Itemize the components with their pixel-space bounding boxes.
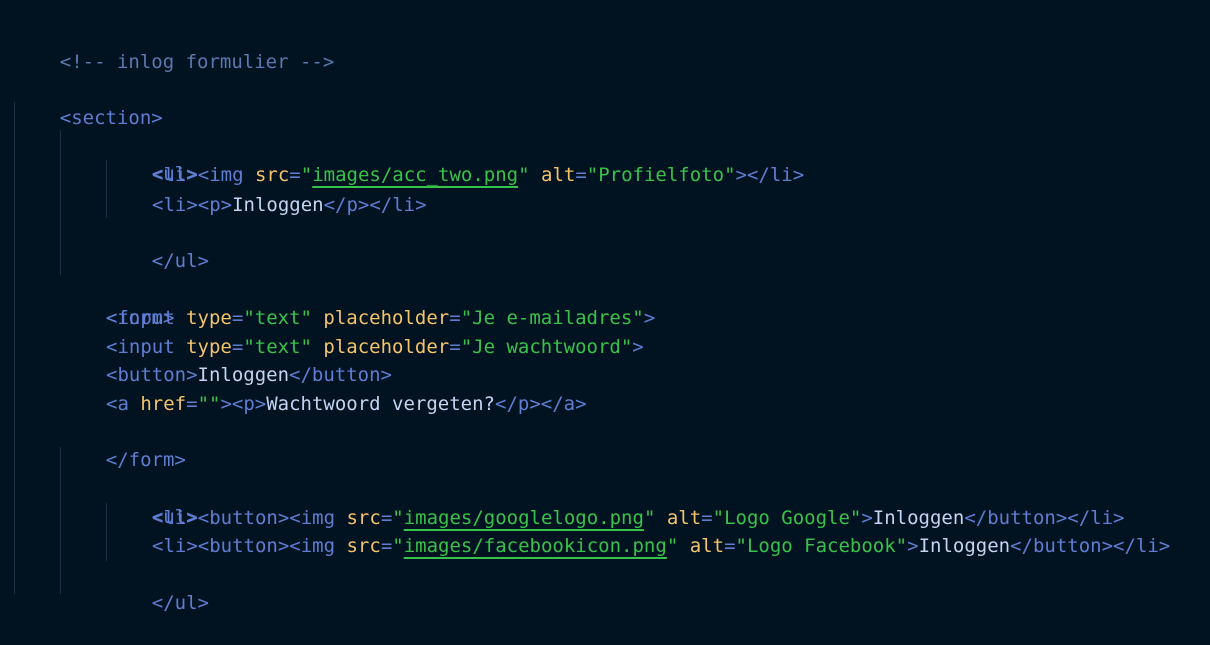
indent-guide [14, 102, 15, 594]
code-editor[interactable]: <!-- inlog formulier --> <section> <ul> … [0, 0, 1210, 614]
src-link[interactable]: images/googlelogo.png [404, 507, 644, 529]
quote: " [300, 164, 313, 186]
code-line-ul-open[interactable]: <ul> [106, 132, 198, 185]
code-line-form-open[interactable]: <form> [60, 276, 175, 329]
alt-attribute: alt [689, 535, 725, 557]
src-attribute: src [346, 507, 381, 529]
code-line-input-password[interactable]: <input type="text" placeholder="Je wacht… [106, 333, 644, 361]
code-line-button[interactable]: <button>Inloggen</button> [106, 361, 392, 389]
src-attribute: src [254, 164, 290, 186]
text-content: Wachtwoord vergeten? [266, 393, 495, 415]
input-tag: <input [106, 307, 175, 329]
tag-close: > [643, 307, 656, 329]
equals-sign: = [186, 393, 198, 415]
equals-sign: = [231, 307, 244, 329]
placeholder-value: "Je e-mailadres" [460, 307, 644, 329]
button-li-close-tag: </button></li> [964, 507, 1125, 529]
placeholder-attribute: placeholder [323, 336, 450, 358]
quote: " [392, 507, 404, 529]
text-content: Inloggen [918, 535, 1011, 557]
equals-sign: = [231, 336, 244, 358]
button-close-tag: </button> [289, 364, 392, 386]
placeholder-attribute: placeholder [323, 307, 450, 329]
indent-guide [60, 130, 61, 275]
equals-sign: = [575, 164, 587, 186]
equals-sign: = [724, 535, 736, 557]
quote: " [392, 535, 404, 557]
code-line-ul-close[interactable]: </ul> [106, 561, 209, 614]
alt-value: "Logo Google" [712, 507, 862, 529]
quote: " [518, 164, 530, 186]
tag-close: > [907, 535, 919, 557]
code-line-li-facebook[interactable]: <li><button><img src="images/facebookico… [152, 532, 1170, 560]
equals-sign: = [449, 336, 461, 358]
alt-value: "Logo Facebook" [735, 535, 908, 557]
tag-close: > [632, 336, 644, 358]
code-line-li-google[interactable]: <li><button><img src="images/googlelogo.… [152, 504, 1124, 532]
ul-close-tag: </ul> [151, 592, 209, 614]
code-line-comment[interactable]: <!-- inlog formulier --> [14, 20, 335, 73]
src-attribute: src [346, 535, 381, 557]
quote: " [666, 535, 679, 557]
type-value: "text" [243, 336, 312, 358]
form-close-tag: </form> [105, 449, 186, 471]
alt-value: "Profielfoto" [586, 164, 736, 186]
tag-close: > [861, 507, 873, 529]
code-line-li-img[interactable]: <li><img src="images/acc_two.png" alt="P… [152, 161, 804, 189]
p-li-close-tag: </p></li> [323, 194, 427, 216]
equals-sign: = [380, 507, 393, 529]
code-line-ul-open[interactable]: <ul> [106, 475, 198, 528]
text-content: Inloggen [872, 507, 965, 529]
p-a-close-tag: </p></a> [495, 393, 587, 415]
html-comment: <!-- inlog formulier --> [59, 51, 335, 73]
anchor-tag: <a [106, 393, 129, 415]
code-line-anchor[interactable]: <a href=""><p>Wachtwoord vergeten?</p></… [106, 390, 587, 418]
src-link[interactable]: images/facebookicon.png [404, 535, 667, 557]
li-button-img-tag: <li><button><img [152, 535, 336, 557]
p-open-tag: ><p> [220, 393, 267, 415]
equals-sign: = [449, 307, 461, 329]
equals-sign: = [380, 535, 393, 557]
placeholder-value: "Je wachtwoord" [460, 336, 633, 358]
text-content: Inloggen [197, 364, 290, 386]
equals-sign: = [701, 507, 713, 529]
alt-attribute: alt [541, 164, 576, 186]
text-content: Inloggen [232, 194, 324, 216]
button-open-tag: <button> [106, 364, 198, 386]
equals-sign: = [289, 164, 301, 186]
li-img-tag: <li><img [152, 164, 244, 186]
li-button-img-tag: <li><button><img [152, 507, 336, 529]
code-line-input-email[interactable]: <input type="text" placeholder="Je e-mai… [106, 304, 655, 332]
li-close-tag: ></li> [735, 164, 805, 186]
type-attribute: type [186, 336, 232, 358]
type-attribute: type [186, 307, 232, 329]
ul-close-tag: </ul> [151, 250, 209, 272]
code-line-form-close[interactable]: </form> [60, 418, 186, 471]
section-open-tag: <section> [59, 107, 163, 129]
alt-attribute: alt [666, 507, 702, 529]
href-value: "" [197, 393, 221, 415]
button-li-close-tag: </button></li> [1010, 535, 1171, 557]
input-tag: <input [106, 336, 175, 358]
code-line-section-open[interactable]: <section> [14, 76, 163, 129]
type-value: "text" [243, 307, 312, 329]
href-attribute: href [140, 393, 187, 415]
li-p-open-tag: <li><p> [152, 194, 233, 216]
src-link[interactable]: images/acc_two.png [312, 164, 518, 186]
code-line-ul-close[interactable]: </ul> [106, 219, 209, 272]
quote: " [643, 507, 656, 529]
code-line-li-p[interactable]: <li><p>Inloggen</p></li> [152, 191, 427, 219]
